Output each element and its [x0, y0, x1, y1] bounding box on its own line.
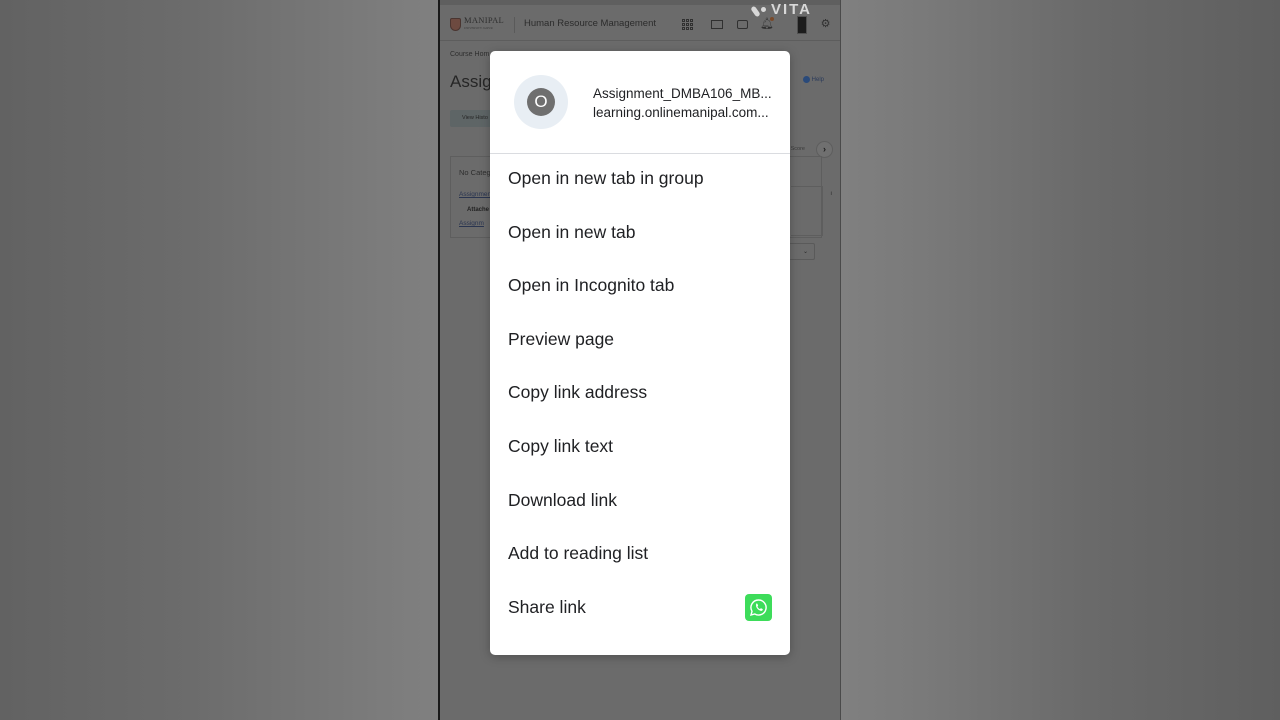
favicon-letter: O: [527, 88, 555, 116]
logo-subtitle: UNIVERSITY JAIPUR: [464, 26, 493, 30]
menu-item-open-in-new-tab[interactable]: Open in new tab: [490, 218, 790, 272]
watermark-text: VITA: [770, 1, 812, 18]
attachment-file-link[interactable]: Assignm: [459, 220, 484, 227]
menu-item-label: Copy link text: [508, 435, 614, 456]
course-title[interactable]: Human Resource Management: [524, 18, 656, 29]
menu-header: O Assignment_DMBA106_MB... learning.onli…: [490, 51, 790, 154]
score-marker: ı: [830, 191, 832, 197]
menu-item-label: Copy link address: [508, 382, 648, 403]
attachments-label: Attache: [467, 207, 490, 213]
bell-icon[interactable]: 🔔︎: [760, 17, 774, 31]
grid-icon[interactable]: [681, 18, 694, 31]
link-url: learning.onlinemanipal.com...: [593, 105, 769, 120]
whatsapp-glyph: [749, 599, 767, 616]
vita-logo-icon: [753, 4, 767, 16]
favicon-badge: O: [514, 75, 568, 129]
menu-item-download-link[interactable]: Download link: [490, 486, 790, 540]
menu-item-label: Preview page: [508, 328, 615, 349]
help-link[interactable]: Help: [802, 76, 824, 83]
watermark: VITA: [753, 1, 812, 18]
menu-item-add-to-reading-list[interactable]: Add to reading list: [490, 539, 790, 593]
mail-icon[interactable]: [711, 20, 723, 29]
score-cell: [791, 186, 823, 236]
menu-items: Open in new tab in group Open in new tab…: [490, 164, 790, 646]
menu-item-label: Share link: [508, 596, 586, 617]
menu-item-label: Open in Incognito tab: [508, 275, 675, 296]
menu-item-share-link[interactable]: Share link: [490, 593, 790, 647]
menu-item-label: Open in new tab in group: [508, 168, 704, 188]
avatar[interactable]: [797, 16, 807, 34]
menu-item-label: Open in new tab: [508, 221, 636, 242]
menu-item-open-in-incognito-tab[interactable]: Open in Incognito tab: [490, 271, 790, 325]
crest-icon: [450, 17, 461, 31]
menu-item-label: Download link: [508, 489, 617, 510]
nav-divider: [514, 17, 515, 33]
menu-item-open-in-new-tab-in-group[interactable]: Open in new tab in group: [490, 164, 790, 218]
score-header: Score: [790, 146, 805, 152]
menu-item-copy-link-text[interactable]: Copy link text: [490, 432, 790, 486]
category-label: No Categ: [459, 168, 491, 177]
university-logo[interactable]: MANIPAL UNIVERSITY JAIPUR: [450, 16, 504, 32]
gear-icon[interactable]: ⚙: [819, 18, 832, 31]
menu-item-preview-page[interactable]: Preview page: [490, 325, 790, 379]
menu-item-copy-link-address[interactable]: Copy link address: [490, 378, 790, 432]
chat-icon[interactable]: [737, 20, 748, 29]
breadcrumb[interactable]: Course Hom: [450, 51, 489, 58]
help-icon: [802, 76, 810, 83]
menu-item-label: Add to reading list: [508, 543, 649, 564]
help-label: Help: [811, 76, 824, 83]
link-context-menu: O Assignment_DMBA106_MB... learning.onli…: [490, 51, 790, 655]
whatsapp-icon[interactable]: [745, 593, 772, 621]
assignment-link[interactable]: Assignmen: [459, 191, 491, 198]
link-title: Assignment_DMBA106_MB...: [593, 86, 772, 101]
